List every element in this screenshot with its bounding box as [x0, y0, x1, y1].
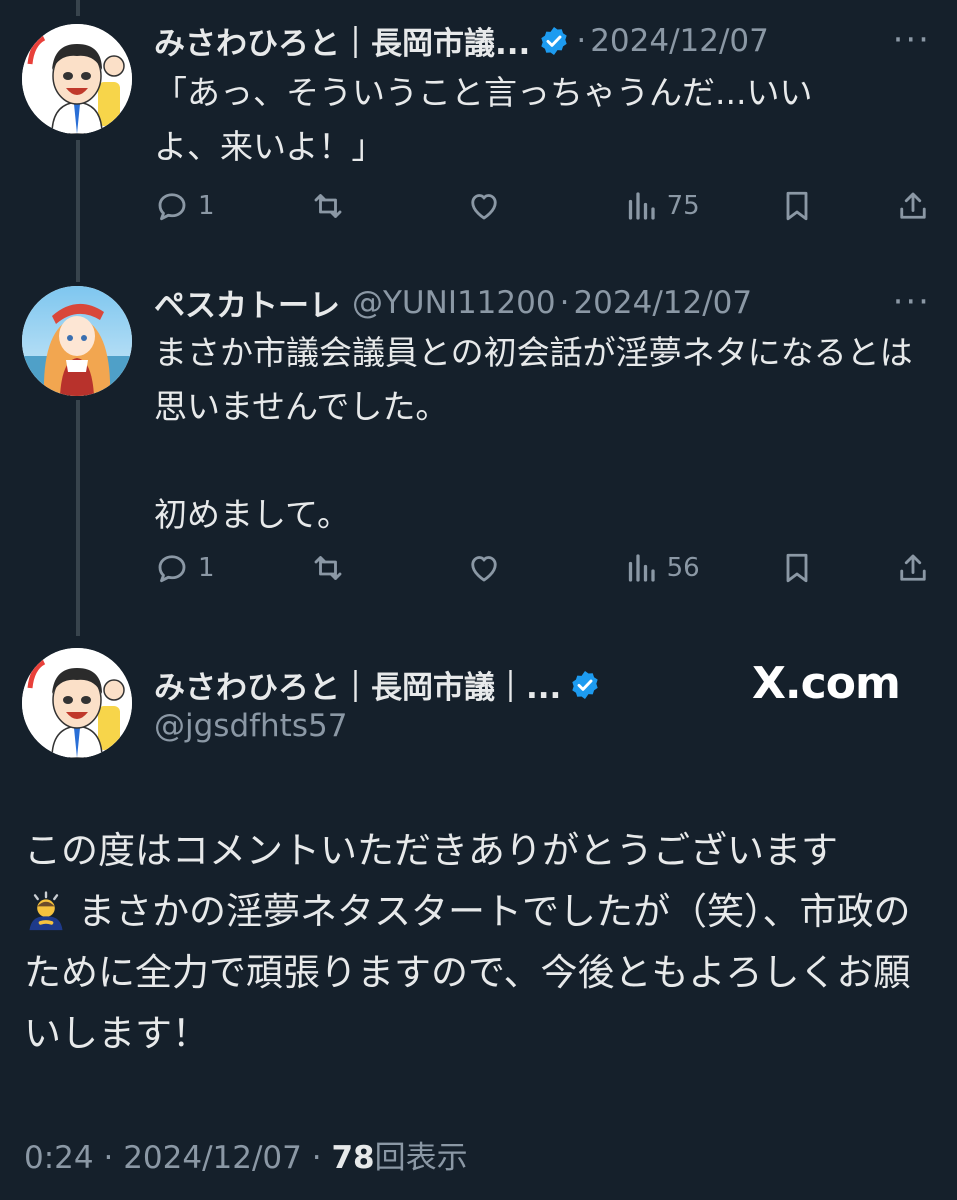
retweet-icon: [314, 194, 342, 218]
main-text-part2: まさかの淫夢ネタスタートでしたが（笑）、市政のために全力で頑張りますので、今後と…: [24, 890, 911, 1055]
bowing-emoji: [29, 891, 63, 931]
footer-separator-2: ·: [311, 1140, 322, 1176]
like-button[interactable]: [466, 550, 546, 586]
views-icon: [628, 554, 655, 582]
more-icon[interactable]: ···: [893, 23, 931, 57]
like-icon: [471, 194, 498, 220]
main-handle[interactable]: @jgsdfhts57: [154, 708, 347, 744]
avatar-misawa-main[interactable]: [22, 648, 132, 758]
share-icon: [900, 554, 926, 581]
like-icon: [471, 556, 498, 582]
view-count: 75: [666, 191, 700, 221]
verified-badge-icon: [541, 26, 567, 55]
bookmark-button[interactable]: [779, 550, 819, 586]
avatar-misawa[interactable]: [22, 24, 132, 134]
main-tweet-header: みさわひろと｜長岡市議｜...: [154, 662, 607, 707]
main-handle-row: @jgsdfhts57: [154, 708, 347, 744]
reply-button[interactable]: 1: [154, 550, 234, 586]
views-button[interactable]: 56: [623, 550, 703, 586]
tweet2-header: ペスカトーレ @YUNI11200 · 2024/12/07: [154, 280, 752, 325]
tweet2-display-name[interactable]: ペスカトーレ: [154, 280, 340, 325]
views-button[interactable]: 75: [623, 188, 703, 224]
main-tweet-text: この度はコメントいただきありがとうございます まさかの淫夢ネタスタートでしたが（…: [24, 820, 934, 1064]
tweet1-display-name[interactable]: みさわひろと｜長岡市議...: [154, 18, 530, 63]
thread-line-top: [76, 0, 80, 16]
views-icon: [628, 192, 655, 220]
footer-separator-1: ·: [103, 1140, 114, 1176]
tweet-meta-footer: 0:24 · 2024/12/07 · 78回表示: [24, 1132, 468, 1177]
view-count: 78: [331, 1140, 375, 1176]
reply-count: 1: [198, 191, 215, 221]
retweet-icon: [314, 556, 342, 580]
tweet2-separator: ·: [559, 284, 570, 321]
like-button[interactable]: [466, 188, 546, 224]
xcom-watermark: X.com: [752, 658, 901, 709]
verified-badge-icon: [572, 670, 598, 699]
bookmark-icon: [786, 191, 808, 221]
bookmark-icon: [786, 553, 808, 583]
thread-line-2: [76, 400, 80, 636]
main-text-part1: この度はコメントいただきありがとうございます: [24, 829, 838, 872]
share-button[interactable]: [895, 188, 935, 224]
view-label: 回表示: [374, 1140, 468, 1176]
reply-icon: [158, 555, 186, 583]
share-icon: [900, 192, 926, 219]
reply-button[interactable]: 1: [154, 188, 234, 224]
avatar-pescatore[interactable]: [22, 286, 132, 396]
tweet-time[interactable]: 0:24: [24, 1140, 94, 1176]
tweet1-actions: 1 75: [154, 186, 935, 226]
reply-icon: [158, 193, 186, 221]
tweet2-date[interactable]: 2024/12/07: [573, 285, 752, 321]
thread-line-1: [76, 140, 80, 282]
tweet-date[interactable]: 2024/12/07: [123, 1140, 302, 1176]
tweet2-text: まさか市議会議員との初会話が淫夢ネタになるとは思いませんでした。 初めまして。: [154, 333, 913, 534]
bookmark-button[interactable]: [779, 188, 819, 224]
main-display-name[interactable]: みさわひろと｜長岡市議｜...: [154, 662, 561, 707]
tweet1-separator: ·: [576, 22, 587, 59]
tweet1-text: 「あっ、そういうこと言っちゃうんだ...いいよ、来いよ！」: [154, 73, 813, 166]
retweet-button[interactable]: [310, 550, 390, 586]
tweet2-actions: 1 56: [154, 548, 935, 588]
more-icon[interactable]: ···: [893, 285, 931, 319]
reply-count: 1: [198, 553, 215, 583]
view-count: 56: [666, 553, 700, 583]
retweet-button[interactable]: [310, 188, 390, 224]
share-button[interactable]: [895, 550, 935, 586]
tweet1-header: みさわひろと｜長岡市議... · 2024/12/07: [154, 18, 769, 63]
tweet2-handle[interactable]: @YUNI11200: [352, 285, 556, 321]
tweet1-date[interactable]: 2024/12/07: [590, 23, 769, 59]
